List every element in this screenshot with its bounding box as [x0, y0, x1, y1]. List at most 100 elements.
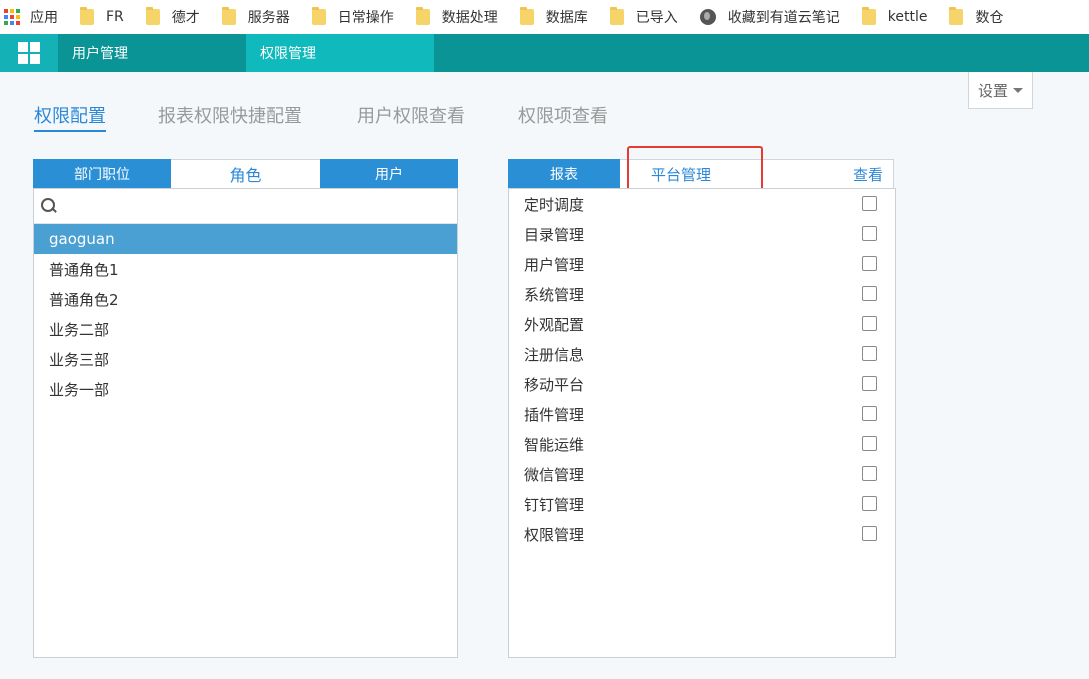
- perm-label: 钉钉管理: [524, 495, 585, 514]
- globe-icon: [699, 9, 716, 25]
- home-button[interactable]: [0, 34, 58, 72]
- folder-icon: [861, 7, 876, 25]
- folder-icon: [519, 7, 534, 25]
- bookmark-label: 已导入: [635, 10, 678, 26]
- bookmark-kettle[interactable]: kettle: [861, 7, 928, 25]
- bookmark-label: 德才: [171, 10, 200, 26]
- view-checkbox[interactable]: [862, 526, 877, 541]
- search-row: [34, 189, 457, 224]
- perm-label: 外观配置: [524, 315, 585, 334]
- view-checkbox[interactable]: [862, 436, 877, 451]
- bookmark-label: kettle: [887, 9, 928, 25]
- bookmark-fr[interactable]: FR: [80, 7, 124, 25]
- bookmark-imported[interactable]: 已导入: [609, 7, 678, 27]
- bookmark-data-warehouse[interactable]: 数仓: [949, 7, 1003, 27]
- perm-item-smart-ops: 智能运维: [509, 429, 895, 459]
- perm-item-directory: 目录管理: [509, 219, 895, 249]
- apps-grid-icon: [4, 9, 20, 25]
- top-tab-user-management[interactable]: 用户管理: [58, 34, 246, 72]
- tab-label: 部门职位: [74, 166, 130, 183]
- folder-icon: [80, 7, 94, 25]
- section-tab-label: 权限项查看: [518, 106, 608, 127]
- perm-item-mobile-platform: 移动平台: [509, 369, 895, 399]
- perm-item-dingtalk: 钉钉管理: [509, 489, 895, 519]
- section-tab-user-permission-view[interactable]: 用户权限查看: [357, 102, 465, 132]
- tab-report[interactable]: 报表: [508, 159, 620, 188]
- settings-dropdown[interactable]: 设置: [968, 72, 1033, 109]
- bookmark-label: 收藏到有道云笔记: [727, 10, 840, 26]
- tab-user[interactable]: 用户: [320, 159, 458, 188]
- role-label: 普通角色1: [49, 260, 119, 279]
- bookmarks-bar: 应用 FR 德才 服务器 日常操作 数据处理 数据库 已导入 收藏到有道云笔记 …: [0, 0, 1089, 34]
- view-checkbox[interactable]: [862, 346, 877, 361]
- search-input[interactable]: [62, 191, 457, 221]
- view-column-header[interactable]: 查看: [853, 164, 883, 185]
- section-tab-report-quick-config[interactable]: 报表权限快捷配置: [158, 102, 302, 132]
- role-label: 业务一部: [49, 380, 110, 399]
- folder-icon: [415, 7, 430, 25]
- view-checkbox[interactable]: [862, 466, 877, 481]
- view-checkbox[interactable]: [862, 226, 877, 241]
- perm-label: 定时调度: [524, 195, 585, 214]
- perm-item-appearance: 外观配置: [509, 309, 895, 339]
- bookmark-decai[interactable]: 德才: [145, 7, 200, 27]
- left-panel-tabs: 部门职位 角色 用户: [33, 159, 458, 188]
- perm-item-user-management: 用户管理: [509, 249, 895, 279]
- perm-item-permission-management: 权限管理: [509, 519, 895, 549]
- bookmark-apps[interactable]: 应用: [4, 7, 58, 27]
- bookmark-label: 应用: [30, 10, 58, 26]
- role-item-business-2[interactable]: 业务二部: [34, 314, 457, 344]
- role-item-business-1[interactable]: 业务一部: [34, 374, 457, 404]
- role-item-normal-1[interactable]: 普通角色1: [34, 254, 457, 284]
- view-checkbox[interactable]: [862, 376, 877, 391]
- settings-label: 设置: [977, 81, 1008, 100]
- permission-list-panel: 定时调度 目录管理 用户管理 系统管理 外观配置 注册信息 移动平台 插件管理 …: [508, 188, 896, 658]
- role-item-gaoguan[interactable]: gaoguan: [34, 224, 457, 254]
- tab-label: 用户: [375, 166, 403, 183]
- role-item-business-3[interactable]: 业务三部: [34, 344, 457, 374]
- role-item-normal-2[interactable]: 普通角色2: [34, 284, 457, 314]
- perm-label: 注册信息: [524, 345, 585, 364]
- bookmark-label: 数据处理: [441, 10, 498, 26]
- bookmark-label: 数仓: [975, 10, 1004, 26]
- view-checkbox[interactable]: [862, 496, 877, 511]
- bookmark-database[interactable]: 数据库: [519, 7, 588, 27]
- bookmark-label: 数据库: [545, 10, 588, 26]
- view-checkbox[interactable]: [862, 316, 877, 331]
- role-label: 业务二部: [49, 320, 110, 339]
- section-tab-permission-item-view[interactable]: 权限项查看: [518, 102, 608, 132]
- view-checkbox[interactable]: [862, 256, 877, 271]
- top-tab-label: 用户管理: [72, 46, 128, 62]
- perm-item-scheduling: 定时调度: [509, 189, 895, 219]
- tab-label: 报表: [550, 166, 578, 183]
- folder-icon: [609, 7, 624, 25]
- top-nav-bar: 用户管理 权限管理: [0, 34, 1089, 72]
- folder-icon: [221, 7, 236, 25]
- role-label: gaoguan: [49, 230, 115, 248]
- perm-label: 微信管理: [524, 465, 585, 484]
- bookmark-youdao[interactable]: 收藏到有道云笔记: [699, 7, 840, 27]
- perm-label: 目录管理: [524, 225, 585, 244]
- top-tab-label: 权限管理: [260, 46, 316, 62]
- search-icon: [40, 197, 58, 215]
- bookmark-server[interactable]: 服务器: [221, 7, 290, 27]
- perm-label: 系统管理: [524, 285, 585, 304]
- folder-icon: [145, 7, 160, 25]
- view-checkbox[interactable]: [862, 286, 877, 301]
- perm-item-system-management: 系统管理: [509, 279, 895, 309]
- bookmark-daily-ops[interactable]: 日常操作: [311, 7, 394, 27]
- bookmark-data-processing[interactable]: 数据处理: [415, 7, 498, 27]
- section-tab-permission-config[interactable]: 权限配置: [34, 102, 106, 132]
- view-label: 查看: [853, 166, 884, 184]
- perm-item-plugin-management: 插件管理: [509, 399, 895, 429]
- view-checkbox[interactable]: [862, 406, 877, 421]
- tab-label: 角色: [229, 166, 262, 185]
- section-tab-label: 用户权限查看: [357, 106, 465, 127]
- view-checkbox[interactable]: [862, 196, 877, 211]
- perm-label: 插件管理: [524, 405, 585, 424]
- role-label: 业务三部: [49, 350, 110, 369]
- tab-role[interactable]: 角色: [171, 159, 320, 188]
- bookmark-label: 日常操作: [337, 10, 394, 26]
- tab-department-position[interactable]: 部门职位: [33, 159, 171, 188]
- top-tab-permission-management[interactable]: 权限管理: [246, 34, 434, 72]
